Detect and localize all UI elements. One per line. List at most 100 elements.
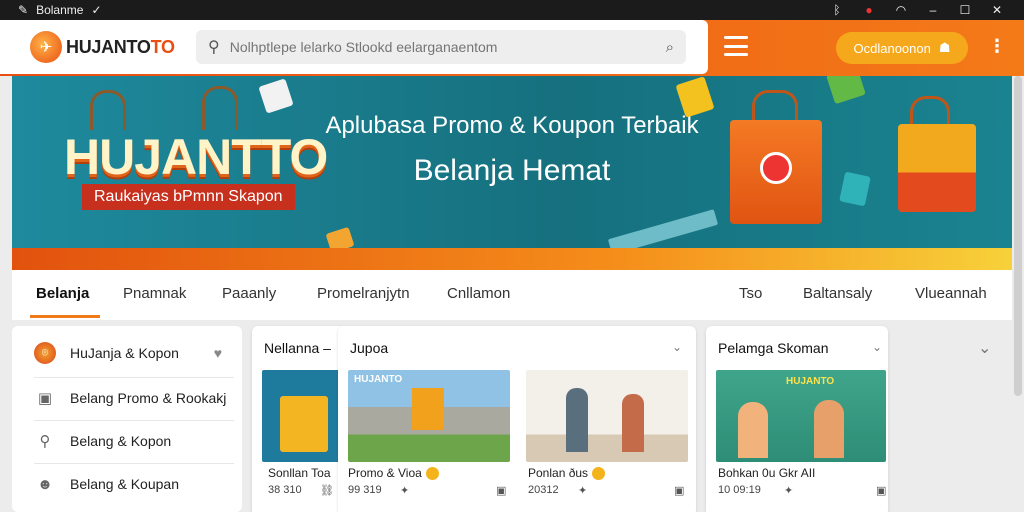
header-search-panel: ✈ HUJANTOTO ⚲ ⌕ (0, 20, 708, 74)
logo-text-accent: TO (150, 36, 175, 57)
tab-paaanly[interactable]: Paaanly (222, 285, 276, 302)
hero-brand: HUJANTTO (64, 129, 328, 185)
search-icon: ⚲ (39, 433, 51, 450)
login-button-label: Ocdlanoonon (853, 40, 931, 56)
product-thumbnail[interactable]: HUJANTO (716, 370, 886, 462)
product-thumbnail[interactable]: HUJANTO (348, 370, 510, 462)
more-options-icon[interactable]: ⋮ (988, 36, 1006, 57)
close-icon[interactable]: ✕ (990, 3, 1004, 17)
child-illustration (814, 400, 844, 458)
coupon-cube-decor (839, 171, 871, 207)
card-header[interactable]: Jupoa (350, 340, 388, 356)
product-meta: 38 310 (268, 484, 302, 496)
brand-logo-icon: ⌾ (34, 342, 56, 364)
tab-baltansaly[interactable]: Baltansaly (803, 285, 872, 302)
tab-tso[interactable]: Tso (739, 285, 762, 302)
sidebar-item-kopon[interactable]: ⚲ Belang & Kopon (12, 419, 242, 463)
product-meta: 10 09:19 (718, 484, 761, 496)
product-caption: Sonllan Toa (268, 466, 331, 480)
bag-handle-decor (90, 90, 126, 130)
cube-decor (258, 78, 294, 114)
sidebar-item-label: Belang & Kopon (70, 433, 172, 449)
chevron-down-icon: ✓ (91, 3, 102, 17)
user-icon: ☻ (37, 475, 53, 493)
bookmark-icon[interactable]: ▣ (876, 484, 886, 497)
product-card-group: Jupoa ⌄ HUJANTO Promo & Vioa 99 319 ✦ ▣ … (338, 326, 696, 512)
coin-icon (425, 466, 439, 480)
sidebar-item-label: HuJanja & Kopon (70, 345, 179, 361)
category-tabs: Belanja Pnamnak Paaanly Promelranjytn Cn… (12, 270, 1012, 320)
login-button[interactable]: Ocdlanoonon ☗ (836, 32, 968, 64)
card-header: Nellanna – (264, 340, 331, 356)
chevron-down-icon[interactable]: ⌄ (872, 340, 882, 354)
ruler-decor (607, 209, 719, 248)
record-icon[interactable]: ● (862, 3, 876, 17)
caption-text: Ponlan ðus (528, 466, 589, 480)
hero-headline: Aplubasa Promo & Koupon Terbaik (325, 112, 699, 139)
building-illustration (412, 388, 444, 430)
os-app-name: Bolanme (36, 3, 84, 17)
person-illustration (622, 394, 644, 452)
camera-search-icon[interactable]: ⌕ (666, 39, 674, 56)
product-caption: Promo & Vioa (348, 466, 439, 480)
sparkle-icon[interactable]: ✦ (400, 484, 409, 497)
brand-mark-icon: ✈ (30, 31, 62, 63)
shopping-bag-icon (898, 124, 976, 212)
product-caption: Bohkan 0u Gkr AII (718, 466, 816, 480)
product-card[interactable]: Nellanna – Sonllan Toa 38 310 ⛓ (252, 326, 348, 512)
sidebar-item-promo[interactable]: ▣ Belang Promo & Rookakj (12, 376, 242, 420)
link-icon[interactable]: ⛓ (320, 484, 334, 497)
heart-icon[interactable]: ♥ (214, 345, 222, 361)
product-meta: 99 319 (348, 484, 382, 496)
product-meta: 20312 (528, 484, 559, 496)
hero-banner[interactable]: HUJANTTO Raukaiyas bPmnn Skapon Aplubasa… (12, 76, 1012, 248)
tag-icon: ▣ (37, 390, 53, 407)
coin-icon (592, 466, 606, 480)
sparkle-icon[interactable]: ✦ (784, 484, 793, 497)
brand-logo[interactable]: ✈ HUJANTOTO (30, 31, 175, 63)
tab-promelranjytn[interactable]: Promelranjytn (317, 285, 410, 302)
hero-headline-secondary: Belanja Hemat (413, 154, 611, 187)
gift-icon: ☗ (938, 40, 951, 55)
os-app-menu[interactable]: ✎ Bolanme ✓ (0, 3, 102, 17)
minimize-icon[interactable]: – (926, 3, 940, 17)
shopping-bag-icon (730, 120, 822, 224)
bag-handle-decor (202, 86, 238, 130)
coupon-cube-decor (826, 76, 866, 105)
bookmark-icon[interactable]: ▣ (496, 484, 506, 497)
tab-pnamnak[interactable]: Pnamnak (123, 285, 186, 302)
product-thumbnail[interactable] (526, 370, 688, 462)
category-sidebar: ⌾ HuJanja & Kopon ♥ ▣ Belang Promo & Roo… (12, 326, 242, 512)
sidebar-item-hujanja[interactable]: ⌾ HuJanja & Kopon ♥ (12, 331, 242, 375)
chevron-down-icon[interactable]: ⌄ (672, 340, 682, 354)
search-bar[interactable]: ⚲ ⌕ (196, 30, 686, 64)
bluetooth-icon[interactable]: ᛒ (830, 3, 844, 17)
caption-text: Promo & Vioa (348, 466, 422, 480)
sidebar-item-label: Belang & Koupan (70, 476, 179, 492)
search-input[interactable] (229, 39, 656, 55)
child-illustration (738, 402, 768, 458)
hero-subtitle: Raukaiyas bPmnn Skapon (82, 184, 295, 210)
sidebar-item-koupan[interactable]: ☻ Belang & Koupan (12, 462, 242, 506)
shopping-bag-icon (280, 396, 328, 452)
thumb-brand-label: HUJANTO (786, 376, 835, 387)
app-header: ✈ HUJANTOTO ⚲ ⌕ Ocdlanoonon ☗ ⋮ (0, 20, 1024, 76)
card-header: Pelamga Skoman (718, 340, 829, 356)
tab-belanja[interactable]: Belanja (36, 285, 89, 302)
bookmark-icon[interactable]: ▣ (674, 484, 684, 497)
bag-mascot-decor (760, 152, 792, 184)
maximize-icon[interactable]: ☐ (958, 3, 972, 17)
menu-icon[interactable] (724, 36, 748, 56)
product-thumbnail[interactable] (262, 370, 348, 462)
product-card[interactable]: Pelamga Skoman ⌄ HUJANTO Bohkan 0u Gkr A… (706, 326, 888, 512)
hero-accent-stripe (12, 248, 1012, 270)
wifi-icon[interactable]: ◠ (894, 3, 908, 17)
active-tab-indicator (30, 315, 100, 318)
tab-vlueannah[interactable]: Vlueannah (915, 285, 987, 302)
sparkle-icon[interactable]: ✦ (578, 484, 587, 497)
chevron-down-icon[interactable]: ⌄ (978, 338, 991, 358)
thumb-brand-label: HUJANTO (354, 374, 403, 385)
app-launcher-icon: ✎ (18, 3, 29, 17)
page-scrollbar[interactable] (1014, 76, 1022, 396)
tab-cnllamon[interactable]: Cnllamon (447, 285, 510, 302)
